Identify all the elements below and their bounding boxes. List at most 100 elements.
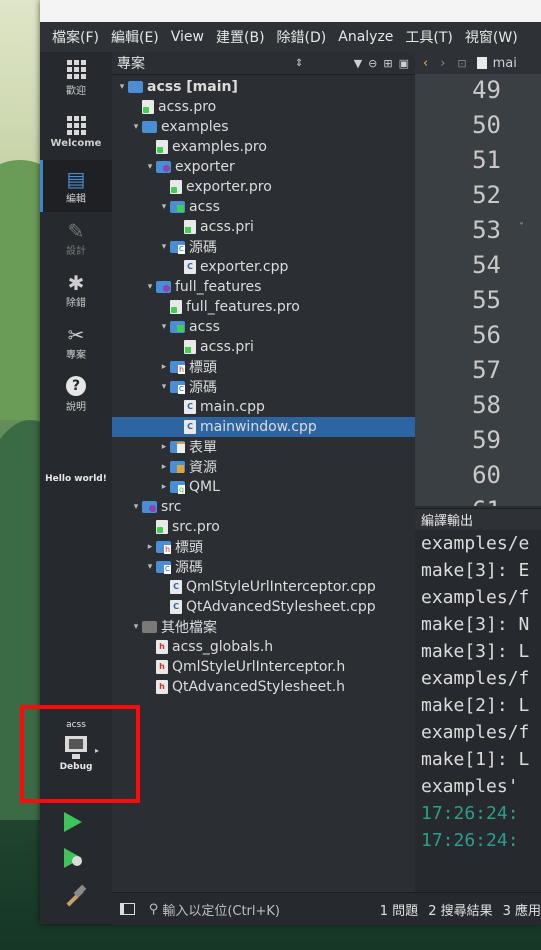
tree-item[interactable]: ▾ 源碼: [112, 377, 415, 397]
tree-item[interactable]: acss.pri: [112, 217, 415, 237]
output-pane-tab[interactable]: 1 問題: [380, 900, 418, 919]
cpp-file-icon: C: [184, 400, 196, 414]
folder-icon: [142, 501, 157, 513]
tree-item[interactable]: ▾ 源碼: [112, 557, 415, 577]
chevron-down-icon[interactable]: ▾: [144, 282, 156, 292]
tree-item[interactable]: ▸ 表單: [112, 437, 415, 457]
debug-run-button[interactable]: [64, 848, 82, 868]
mode-welcome[interactable]: Welcome: [40, 106, 112, 158]
tree-item[interactable]: exporter.pro: [112, 177, 415, 197]
tree-item-label: acss: [189, 319, 220, 335]
editor-file-tab[interactable]: mai: [493, 56, 517, 71]
close-panel-icon[interactable]: ▣: [399, 57, 409, 70]
menu-item[interactable]: 檔案(F): [52, 27, 99, 47]
tree-item[interactable]: acss.pro: [112, 97, 415, 117]
chevron-down-icon[interactable]: ▾: [130, 122, 142, 132]
mode-item[interactable]: ▤ 編輯: [40, 160, 112, 212]
mode-item[interactable]: ? 說明: [40, 368, 112, 420]
tree-item[interactable]: ▸ QML: [112, 477, 415, 497]
tree-item[interactable]: ▾ 源碼: [112, 237, 415, 257]
menu-item[interactable]: Analyze: [338, 29, 393, 45]
chevron-right-icon[interactable]: ▸: [144, 542, 156, 552]
tree-item-label: exporter: [175, 159, 235, 175]
build-button[interactable]: [62, 884, 88, 908]
forward-arrow-icon[interactable]: ›: [440, 56, 445, 71]
tree-item-label: QtAdvancedStylesheet.h: [172, 679, 346, 695]
tree-item[interactable]: h QtAdvancedStylesheet.h: [112, 677, 415, 697]
menu-item[interactable]: 視窗(W): [465, 27, 518, 47]
tree-item[interactable]: acss.pri: [112, 337, 415, 357]
back-arrow-icon[interactable]: ‹: [423, 56, 428, 71]
bug-icon: [72, 856, 82, 866]
tree-item-label: exporter.cpp: [200, 259, 289, 275]
edit-icon: ▤: [66, 166, 86, 191]
mode-item[interactable]: 歡迎: [40, 52, 112, 104]
tree-item[interactable]: ▾ full_features: [112, 277, 415, 297]
compile-output-pane[interactable]: examples/e make[3]: E examples/f make[3]: N…: [415, 530, 541, 892]
tree-item[interactable]: ▾ 其他檔案: [112, 617, 415, 637]
tree-item[interactable]: src.pro: [112, 517, 415, 537]
output-pane-tab[interactable]: 2 搜尋結果: [428, 900, 492, 919]
tree-item[interactable]: Cmain.cpp: [112, 397, 415, 417]
link-icon[interactable]: ⊖: [368, 57, 377, 70]
run-button[interactable]: [64, 812, 82, 832]
tree-item[interactable]: h QmlStyleUrlInterceptor.h: [112, 657, 415, 677]
tree-item[interactable]: Cmainwindow.cpp: [112, 417, 415, 437]
menu-item[interactable]: View: [171, 29, 204, 45]
chevron-down-icon[interactable]: ▾: [144, 562, 156, 572]
mode-item[interactable]: ✂ 專案: [40, 316, 112, 368]
chevron-right-icon[interactable]: ▸: [158, 462, 170, 472]
chevron-right-icon[interactable]: ▸: [158, 362, 170, 372]
h-file-icon: h: [156, 640, 168, 654]
tree-item[interactable]: C QtAdvancedStylesheet.cpp: [112, 597, 415, 617]
view-selector-arrows-icon[interactable]: ⇕: [295, 58, 303, 69]
menu-item[interactable]: 建置(B): [216, 27, 265, 47]
menu-item[interactable]: 編輯(E): [111, 27, 159, 47]
tree-item[interactable]: C QmlStyleUrlInterceptor.cpp: [112, 577, 415, 597]
menu-item[interactable]: 工具(T): [405, 27, 452, 47]
tree-item[interactable]: ▾ src: [112, 497, 415, 517]
chevron-right-icon[interactable]: ▸: [158, 442, 170, 452]
output-line: examples/f: [421, 722, 530, 743]
pro-file-icon: [170, 180, 182, 194]
mode-item[interactable]: ✎ 設計: [40, 212, 112, 264]
tree-item[interactable]: examples.pro: [112, 137, 415, 157]
tree-item-label: 源碼: [189, 240, 217, 256]
tree-item[interactable]: ▾ acss [main]: [112, 77, 415, 97]
locator-placeholder: 輸入以定位(Ctrl+K): [162, 903, 281, 919]
folder-icon: [142, 621, 157, 633]
menu-item[interactable]: 除錯(D): [277, 27, 327, 47]
chevron-down-icon[interactable]: ▾: [158, 242, 170, 252]
split-icon[interactable]: ⊞: [383, 57, 392, 70]
tree-item[interactable]: ▸ 標頭: [112, 357, 415, 377]
tree-item[interactable]: ▾ examples: [112, 117, 415, 137]
chevron-down-icon[interactable]: ▾: [130, 502, 142, 512]
output-pane-tab[interactable]: 3 應用: [503, 900, 541, 919]
toggle-sidebar-icon[interactable]: [120, 903, 135, 915]
folder-icon: [170, 361, 185, 374]
chevron-down-icon[interactable]: ▾: [158, 322, 170, 332]
chevron-down-icon[interactable]: ▾: [158, 382, 170, 392]
tree-item[interactable]: ▾ acss: [112, 317, 415, 337]
tree-item[interactable]: ▾ exporter: [112, 157, 415, 177]
tree-item[interactable]: Cexporter.cpp: [112, 257, 415, 277]
pri-file-icon: [184, 220, 196, 234]
tree-item[interactable]: full_features.pro: [112, 297, 415, 317]
tree-item[interactable]: ▾ acss: [112, 197, 415, 217]
tree-item[interactable]: ▸ 資源: [112, 457, 415, 477]
chevron-right-icon[interactable]: ▸: [158, 482, 170, 492]
chevron-down-icon[interactable]: ▾: [144, 162, 156, 172]
chevron-down-icon[interactable]: ▾: [158, 202, 170, 212]
fold-marker-icon[interactable]: ˅: [519, 222, 524, 233]
tree-item-label: QmlStyleUrlInterceptor.h: [172, 659, 346, 675]
chevron-down-icon[interactable]: ▾: [130, 622, 142, 632]
tree-item[interactable]: ▸ 標頭: [112, 537, 415, 557]
mode-item[interactable]: ✱ 除錯: [40, 264, 112, 316]
chevron-down-icon[interactable]: ▾: [116, 82, 128, 92]
tree-item-label: 源碼: [189, 380, 217, 396]
locator-input[interactable]: ⚲ 輸入以定位(Ctrl+K): [149, 897, 376, 921]
code-editor[interactable]: 49 50 51 52 53 54 55 56 57 58 59 60 61 ˅: [415, 74, 541, 506]
tree-item[interactable]: h acss_globals.h: [112, 637, 415, 657]
folder-icon: [128, 81, 143, 93]
filter-icon[interactable]: ▼: [354, 57, 362, 70]
